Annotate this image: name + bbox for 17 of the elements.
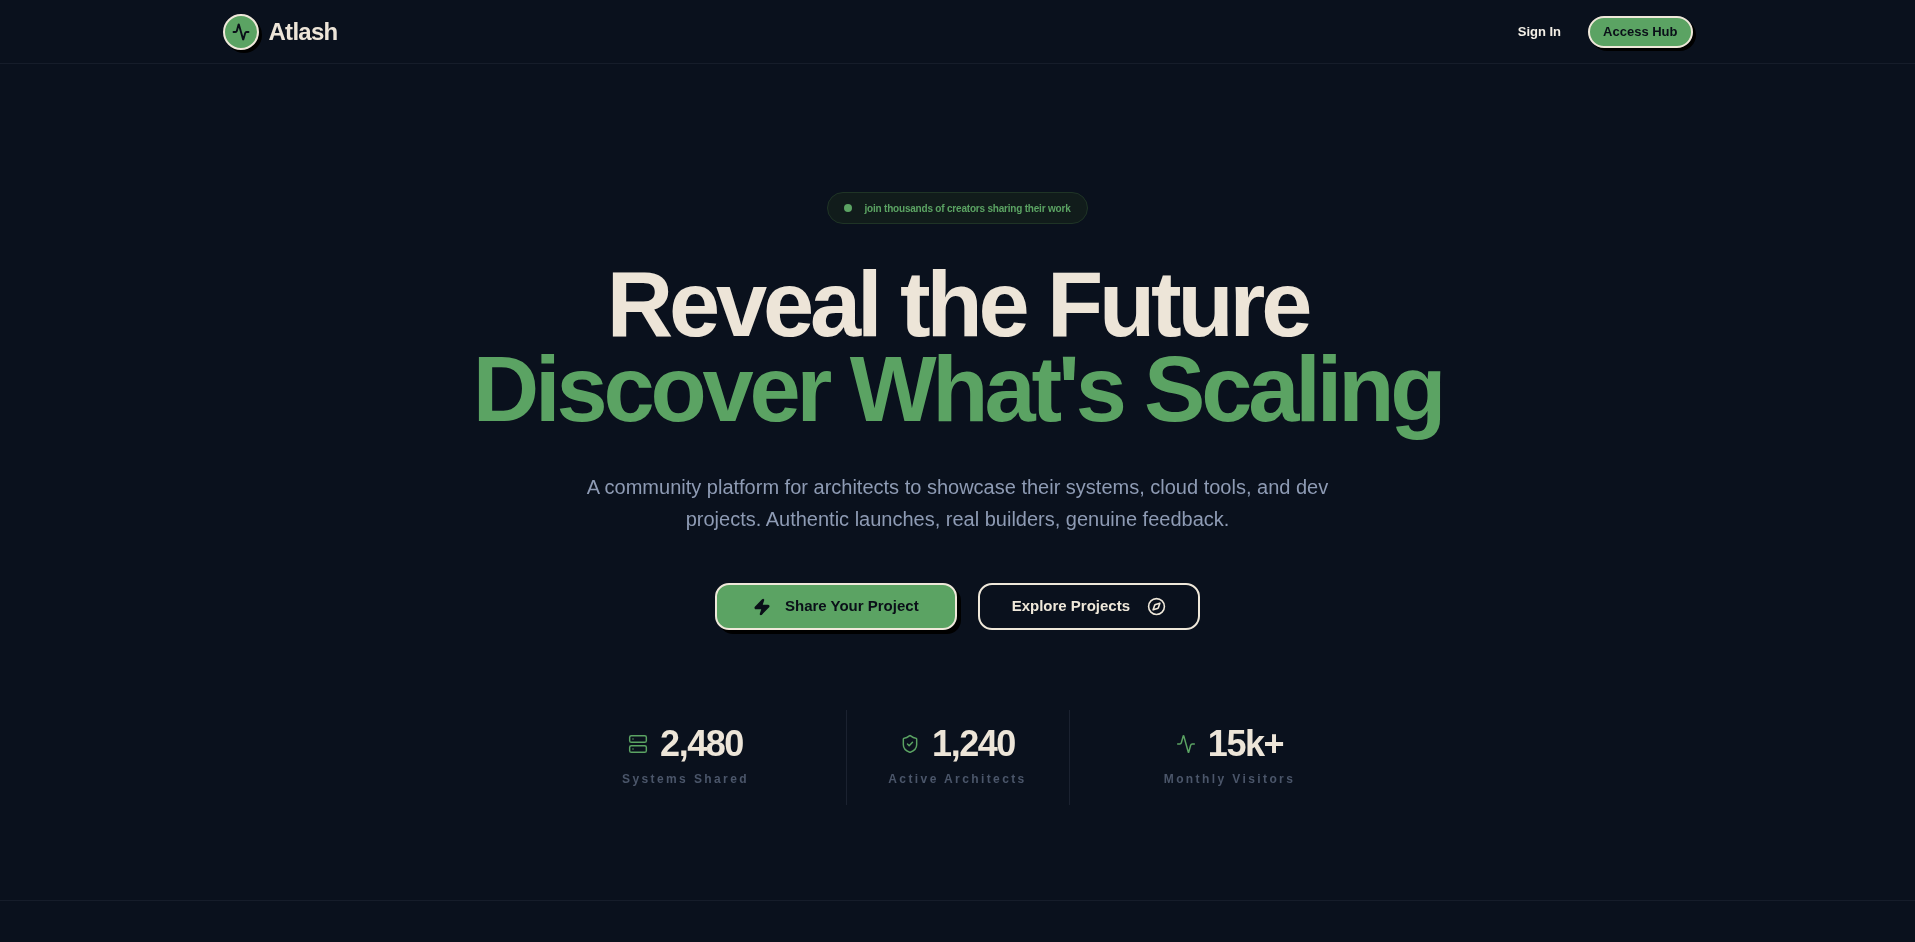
- badge-text: join thousands of creators sharing their work: [864, 201, 1071, 216]
- stat-label: Systems Shared: [622, 771, 749, 787]
- pulse-icon: [1175, 734, 1196, 754]
- compass-icon: [1147, 597, 1167, 616]
- stat-value: 2,480: [660, 724, 743, 764]
- access-hub-button[interactable]: Access Hub: [1588, 15, 1693, 48]
- stat-label: Monthly Visitors: [1163, 771, 1296, 787]
- sign-in-link[interactable]: Sign In: [1517, 21, 1562, 42]
- stat-value: 15k+: [1207, 724, 1284, 764]
- logo-wordmark[interactable]: Atlash: [268, 13, 338, 50]
- stat-label: Active Architects: [888, 771, 1027, 787]
- lightning-icon: [752, 597, 771, 616]
- explore-projects-button[interactable]: Explore Projects: [977, 583, 1201, 630]
- hero-description: A community platform for architects to showcase their systems, cloud tools, and dev projects. Authentic launches, real builders, genuine feedback.: [585, 475, 1330, 532]
- server-icon: [628, 734, 649, 754]
- logo-icon[interactable]: [222, 13, 259, 50]
- stat-value: 1,240: [932, 724, 1015, 764]
